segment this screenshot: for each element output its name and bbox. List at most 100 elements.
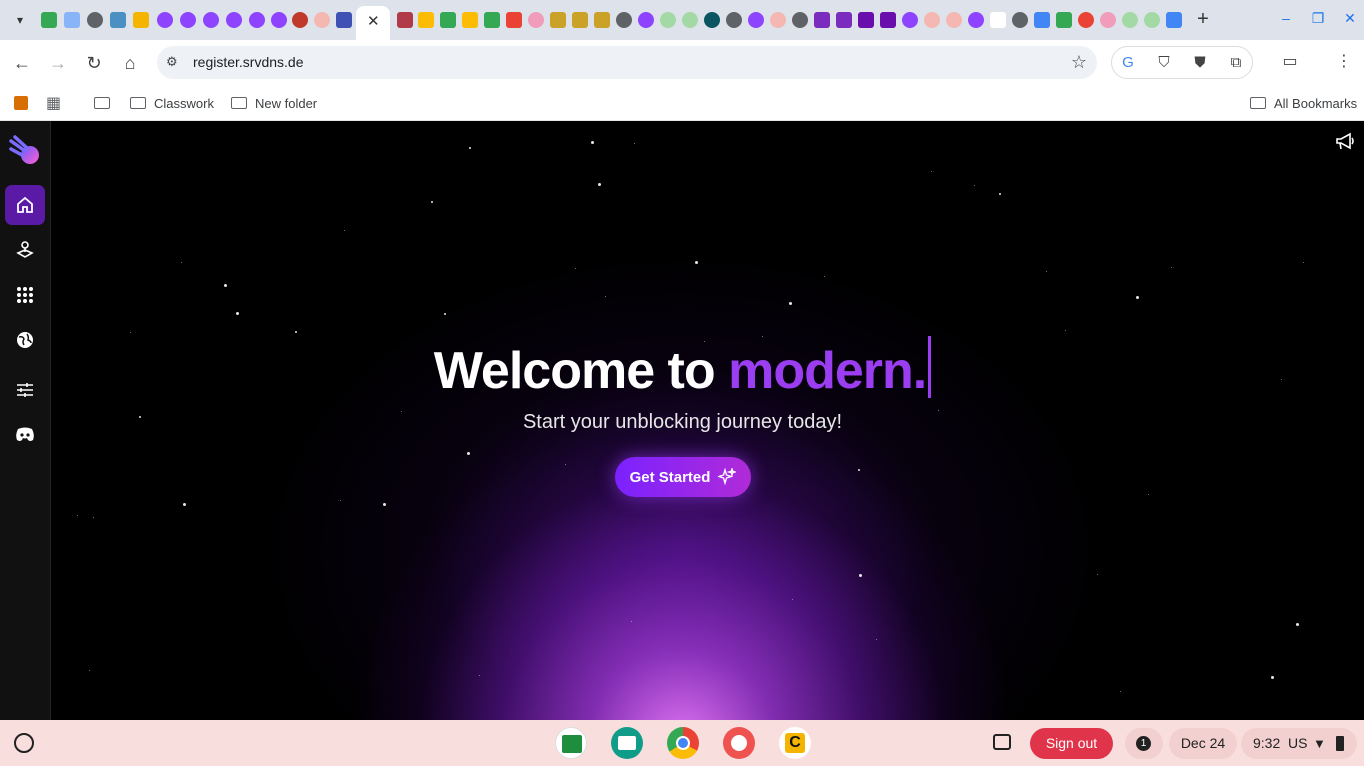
- puzzle-extensions-icon[interactable]: ⧉: [1227, 54, 1245, 72]
- tab-favicon[interactable]: [792, 12, 808, 28]
- more-menu-icon[interactable]: ⋮: [1334, 52, 1354, 72]
- tab-favicon[interactable]: [1122, 12, 1138, 28]
- tab-favicon[interactable]: [418, 12, 434, 28]
- tab-favicon[interactable]: [836, 12, 852, 28]
- tab-favicon[interactable]: [1100, 12, 1116, 28]
- new-tab-button[interactable]: +: [1193, 8, 1213, 30]
- tab-favicon[interactable]: [133, 12, 149, 28]
- tab-favicon[interactable]: [1078, 12, 1094, 28]
- tab-favicon[interactable]: [1034, 12, 1050, 28]
- reload-icon[interactable]: ↻: [82, 51, 106, 75]
- tab-favicon[interactable]: [594, 12, 610, 28]
- restore-icon[interactable]: ❐: [1309, 9, 1327, 27]
- screen-capture-icon[interactable]: [989, 730, 1015, 756]
- tab-favicon[interactable]: [484, 12, 500, 28]
- url-text[interactable]: register.srvdns.de: [193, 54, 304, 70]
- slides-app-icon[interactable]: [611, 727, 643, 759]
- tab-favicon[interactable]: [572, 12, 588, 28]
- shield-extension-icon[interactable]: ⛉: [1155, 54, 1173, 72]
- back-icon[interactable]: ←: [10, 51, 34, 75]
- tab-favicon[interactable]: [858, 12, 874, 28]
- site-logo[interactable]: [5, 131, 45, 171]
- tab-search-chevron-icon[interactable]: ▾: [8, 8, 32, 32]
- sidebar-item-discord[interactable]: [5, 414, 45, 454]
- tab-favicon[interactable]: [87, 12, 103, 28]
- forward-icon[interactable]: →: [46, 51, 70, 75]
- apps-grid-icon[interactable]: ▦: [46, 93, 61, 113]
- tab-favicon[interactable]: [336, 12, 352, 28]
- tab-favicon[interactable]: [506, 12, 522, 28]
- tab-favicon[interactable]: [314, 12, 330, 28]
- tab-favicon[interactable]: [271, 12, 287, 28]
- tab-favicon[interactable]: [814, 12, 830, 28]
- tab-favicon[interactable]: [462, 12, 478, 28]
- tab-favicon[interactable]: [924, 12, 940, 28]
- folder-icon: [94, 97, 110, 109]
- shield-extension-icon[interactable]: ⛊: [1191, 54, 1209, 72]
- tab-favicon[interactable]: [397, 12, 413, 28]
- tab-favicon[interactable]: [226, 12, 242, 28]
- tab-favicon[interactable]: [1144, 12, 1160, 28]
- tab-favicon[interactable]: [64, 12, 80, 28]
- site-info-icon[interactable]: ⚙: [166, 54, 182, 70]
- translate-extension-icon[interactable]: G: [1119, 54, 1137, 72]
- active-tab[interactable]: ✕: [356, 6, 390, 40]
- sign-out-button[interactable]: Sign out: [1030, 728, 1113, 759]
- tab-favicon[interactable]: [660, 12, 676, 28]
- close-window-icon[interactable]: ✕: [1341, 9, 1359, 27]
- tab-favicon[interactable]: [550, 12, 566, 28]
- bookmark-folder-classwork[interactable]: Classwork: [130, 93, 214, 113]
- sidebar-item-settings[interactable]: [5, 370, 45, 410]
- status-tray[interactable]: 9:32 US ▼: [1241, 728, 1357, 759]
- tab-favicon[interactable]: [880, 12, 896, 28]
- tab-favicon[interactable]: [946, 12, 962, 28]
- tab-favicon[interactable]: [292, 12, 308, 28]
- tab-favicon[interactable]: [902, 12, 918, 28]
- canva-app-icon[interactable]: C: [779, 727, 811, 759]
- tab-favicon[interactable]: [1056, 12, 1072, 28]
- tab-favicon[interactable]: [249, 12, 265, 28]
- bookmark-folder[interactable]: [94, 93, 110, 113]
- tab-favicon[interactable]: [528, 12, 544, 28]
- tab-favicon[interactable]: [968, 12, 984, 28]
- cast-icon[interactable]: ▭: [1280, 52, 1300, 72]
- minimize-icon[interactable]: –: [1277, 9, 1295, 27]
- launcher-icon[interactable]: [14, 733, 34, 753]
- date-tray[interactable]: Dec 24: [1169, 728, 1237, 759]
- bookmark-star-icon[interactable]: ☆: [1071, 52, 1087, 73]
- sidebar-item-games[interactable]: [5, 230, 45, 270]
- sidebar-item-apps[interactable]: [5, 275, 45, 315]
- get-started-button[interactable]: Get Started: [615, 457, 751, 497]
- notifications-button[interactable]: 1: [1125, 728, 1163, 759]
- sidebar-item-home[interactable]: [5, 185, 45, 225]
- tab-favicon[interactable]: [440, 12, 456, 28]
- paint-app-icon[interactable]: [723, 727, 755, 759]
- tab-favicon[interactable]: [180, 12, 196, 28]
- chrome-app-icon[interactable]: [667, 727, 699, 759]
- close-tab-icon[interactable]: ✕: [367, 12, 380, 30]
- tab-favicon[interactable]: [203, 12, 219, 28]
- tab-favicon[interactable]: [990, 12, 1006, 28]
- all-bookmarks-button[interactable]: All Bookmarks: [1250, 93, 1357, 113]
- tab-favicon[interactable]: [638, 12, 654, 28]
- tab-favicon[interactable]: [726, 12, 742, 28]
- tab-favicon[interactable]: [748, 12, 764, 28]
- tab-favicon[interactable]: [682, 12, 698, 28]
- sidebar-item-browser[interactable]: [5, 320, 45, 360]
- classroom-app-icon[interactable]: [555, 727, 587, 759]
- tab-favicon[interactable]: [1166, 12, 1182, 28]
- tab-favicon[interactable]: [616, 12, 632, 28]
- bookmark-folder-new[interactable]: New folder: [231, 93, 317, 113]
- home-icon[interactable]: ⌂: [118, 51, 142, 75]
- tab-favicon[interactable]: [770, 12, 786, 28]
- tab-favicon[interactable]: [157, 12, 173, 28]
- tab-favicon[interactable]: [1012, 12, 1028, 28]
- bookmark-app-icon[interactable]: [14, 93, 28, 113]
- tab-favicon[interactable]: [41, 12, 57, 28]
- announcement-megaphone-icon[interactable]: [1334, 129, 1358, 153]
- star-dot: [224, 284, 227, 287]
- address-bar[interactable]: ⚙ register.srvdns.de ☆: [157, 46, 1097, 79]
- tab-favicon[interactable]: [704, 12, 720, 28]
- tab-favicon[interactable]: [110, 12, 126, 28]
- star-dot: [792, 599, 793, 600]
